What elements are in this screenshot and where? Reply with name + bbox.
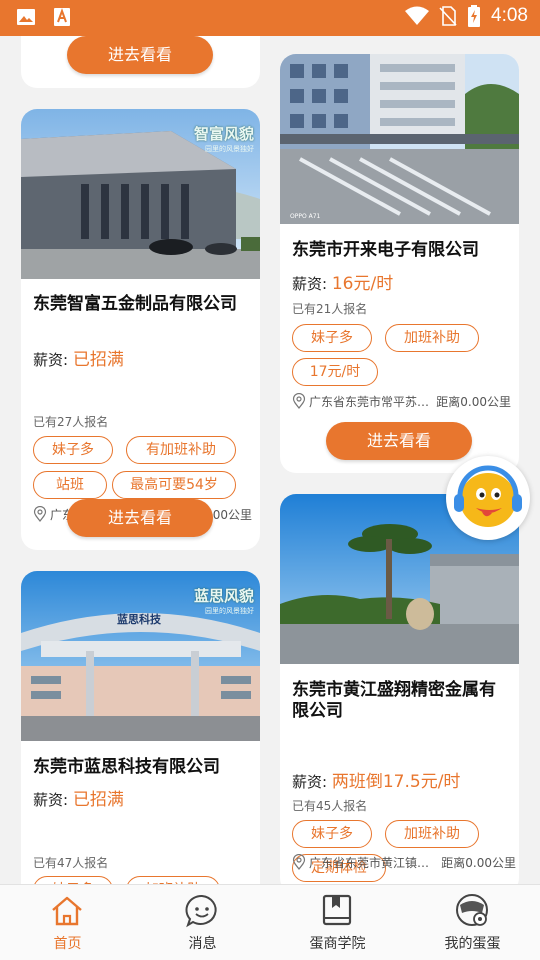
wifi-icon xyxy=(405,6,430,25)
tab-label: 我的蛋蛋 xyxy=(444,936,501,952)
bottom-tab-bar: 首页 消息 蛋商学院 我的蛋蛋 xyxy=(0,884,540,960)
job-card[interactable]: 蓝思科技 蓝思风貌 园里的风景独好 东莞市蓝思科技有限公司 薪资: 已招满 已有… xyxy=(21,571,260,884)
job-tag: 加班补助 xyxy=(126,876,220,884)
job-tag: 有加班补助 xyxy=(126,436,236,464)
company-photo: 蓝思科技 蓝思风貌 园里的风景独好 xyxy=(21,571,260,741)
photo-watermark: 蓝思风貌 园里的风景独好 xyxy=(193,587,254,615)
tab-profile[interactable]: 我的蛋蛋 xyxy=(405,885,540,960)
salary-value: 已招满 xyxy=(72,350,124,370)
tab-label: 蛋商学院 xyxy=(309,936,366,952)
photo-device-text: OPPO A71 xyxy=(290,213,321,220)
tab-label: 首页 xyxy=(53,936,82,952)
profile-icon xyxy=(456,894,488,926)
company-name: 东莞市开来电子有限公司 xyxy=(292,240,479,260)
signup-count: 已有21人报名 xyxy=(292,302,368,316)
salary-value: 已招满 xyxy=(72,790,124,810)
signup-count: 已有47人报名 xyxy=(33,856,109,870)
building-sign-text: 蓝思科技 xyxy=(117,612,162,626)
battery-charging-icon xyxy=(468,5,481,27)
job-tag: 加班补助 xyxy=(385,820,479,848)
company-name: 东莞智富五金制品有限公司 xyxy=(33,294,237,314)
job-tag: 最高可要54岁 xyxy=(112,471,236,499)
salary: 薪资: 16元/时 xyxy=(292,274,394,294)
job-card[interactable]: OPPO A71 东莞市开来电子有限公司 薪资: 16元/时 已有21人报名 妹… xyxy=(280,54,519,473)
salary-value: 16元/时 xyxy=(331,274,394,294)
salary-value: 两班倒17.5元/时 xyxy=(331,772,461,792)
tab-home[interactable]: 首页 xyxy=(0,885,135,960)
book-icon xyxy=(322,894,352,926)
job-card: 进去看看 xyxy=(21,36,260,88)
job-tag: 妹子多 xyxy=(292,324,372,352)
company-photo: 智富风貌 园里的风景独好 xyxy=(21,109,260,279)
location-pin-icon xyxy=(33,506,47,522)
tab-messages[interactable]: 消息 xyxy=(135,885,270,960)
message-icon xyxy=(185,894,217,928)
view-job-button[interactable]: 进去看看 xyxy=(67,499,213,537)
salary: 薪资: 已招满 xyxy=(33,790,124,810)
job-tag: 妹子多 xyxy=(33,876,113,884)
location-pin-icon xyxy=(292,854,306,870)
status-bar: 4:08 xyxy=(0,0,540,36)
tab-label: 消息 xyxy=(188,936,217,952)
job-card[interactable]: 东莞市黄江盛翔精密金属有限公司 薪资: 两班倒17.5元/时 已有45人报名 妹… xyxy=(280,494,519,884)
home-icon xyxy=(52,896,82,926)
view-job-button[interactable]: 进去看看 xyxy=(326,422,472,460)
tab-academy[interactable]: 蛋商学院 xyxy=(270,885,405,960)
job-tag: 17元/时 xyxy=(292,358,378,386)
job-location: 广东省东莞市常平苏… 距离0.00公里 xyxy=(292,391,511,411)
font-app-icon xyxy=(54,8,70,26)
mascot-icon xyxy=(454,465,522,527)
customer-service-mascot-button[interactable] xyxy=(446,456,530,540)
job-tag: 妹子多 xyxy=(292,820,372,848)
job-tag: 加班补助 xyxy=(385,324,479,352)
company-name: 东莞市蓝思科技有限公司 xyxy=(33,757,220,777)
no-sim-icon xyxy=(439,6,457,26)
view-job-button[interactable]: 进去看看 xyxy=(67,36,213,74)
clock: 4:08 xyxy=(491,5,528,26)
job-tag: 妹子多 xyxy=(33,436,113,464)
gallery-icon xyxy=(17,9,35,25)
salary: 薪资: 两班倒17.5元/时 xyxy=(292,772,461,792)
company-photo: OPPO A71 xyxy=(280,54,519,224)
salary: 薪资: 已招满 xyxy=(33,350,124,370)
signup-count: 已有27人报名 xyxy=(33,415,109,429)
location-pin-icon xyxy=(292,393,306,409)
job-location: 广东省东莞市黄江镇… 距离0.00公里 xyxy=(292,852,516,872)
signup-count: 已有45人报名 xyxy=(292,799,368,813)
company-name: 东莞市黄江盛翔精密金属有限公司 xyxy=(292,680,496,721)
photo-watermark: 智富风貌 园里的风景独好 xyxy=(193,125,254,153)
job-card[interactable]: 智富风貌 园里的风景独好 东莞智富五金制品有限公司 薪资: 已招满 已有27人报… xyxy=(21,109,260,550)
job-tag: 站班 xyxy=(33,471,107,499)
